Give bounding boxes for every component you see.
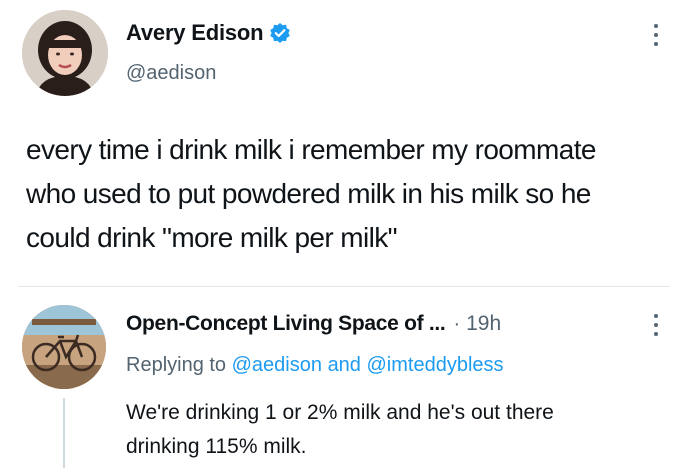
mention-link[interactable]: @aedison xyxy=(232,354,322,376)
reply-author-avatar[interactable] xyxy=(22,305,106,389)
tweet-card: Avery Edison @aedison every time i drink… xyxy=(0,0,682,468)
tweet-text-line: who used to put powdered milk in his mil… xyxy=(26,178,591,209)
mention-conjunction: and xyxy=(327,354,361,376)
replying-to-label: Replying to xyxy=(126,354,227,376)
tweet-text: every time i drink milk i remember my ro… xyxy=(26,128,676,260)
more-options-icon[interactable] xyxy=(650,314,662,342)
reply-author-name[interactable]: Open-Concept Living Space of ... xyxy=(126,312,446,336)
author-name[interactable]: Avery Edison xyxy=(126,20,264,46)
reply-text-line: drinking 115% milk. xyxy=(126,435,307,458)
verified-badge-icon xyxy=(270,23,291,43)
reply-timestamp[interactable]: 19h xyxy=(466,312,501,336)
author-name-row: Avery Edison xyxy=(126,20,291,46)
reply-text: We're drinking 1 or 2% milk and he's out… xyxy=(126,396,666,464)
author-avatar-image xyxy=(22,10,108,96)
reply-text-line: We're drinking 1 or 2% milk and he's out… xyxy=(126,401,554,424)
tweet-text-line: could drink "more milk per milk" xyxy=(26,222,398,253)
thread-line xyxy=(63,398,65,468)
replying-to-line: Replying to @aedison and @imteddybless xyxy=(126,354,504,377)
author-avatar[interactable] xyxy=(22,10,108,96)
tweet-text-line: every time i drink milk i remember my ro… xyxy=(26,134,596,165)
mention-link[interactable]: @imteddybless xyxy=(367,354,504,376)
more-options-icon[interactable] xyxy=(650,24,662,52)
separator-dot: · xyxy=(453,313,461,335)
reply-header: Open-Concept Living Space of ... · 19h xyxy=(126,312,501,336)
divider xyxy=(18,286,670,287)
reply-avatar-image xyxy=(22,305,106,389)
author-handle[interactable]: @aedison xyxy=(126,62,216,85)
